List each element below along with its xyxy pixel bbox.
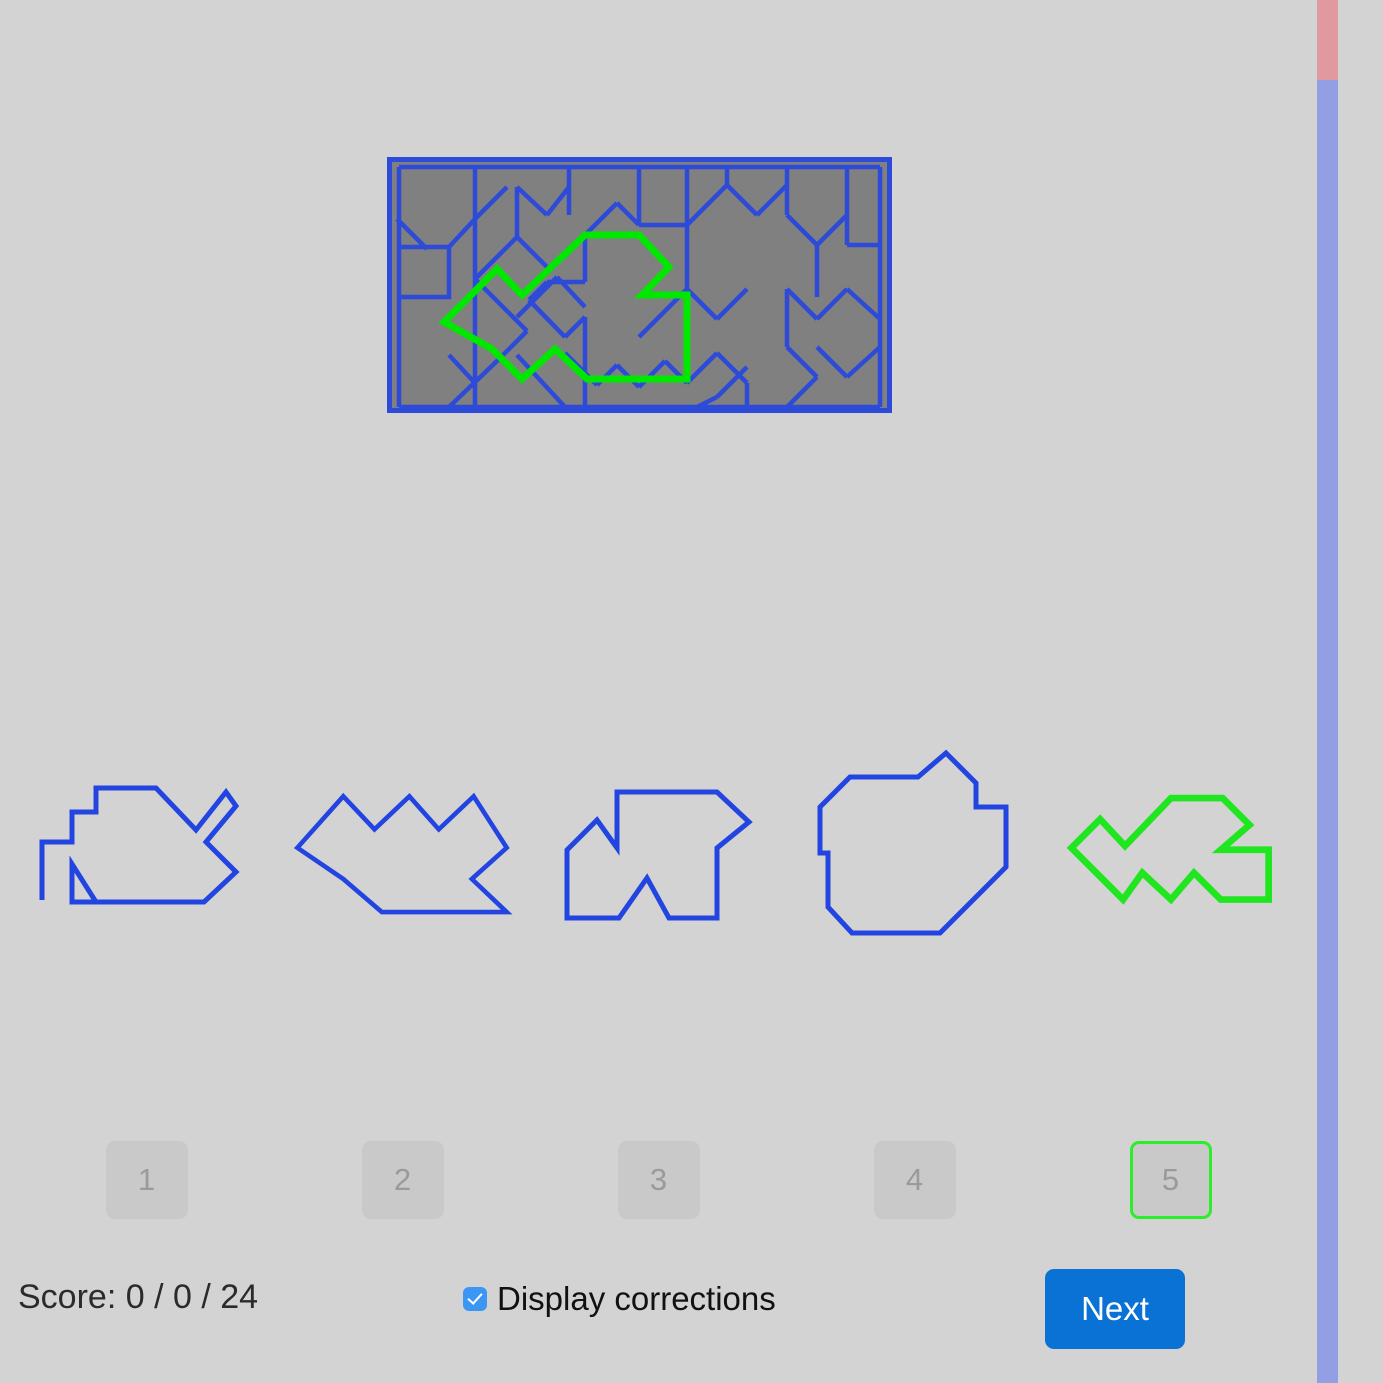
- choice-button-row: 1 2 3 4 5: [0, 1140, 1317, 1220]
- choice-slot-4: 4: [802, 1141, 1027, 1219]
- answer-shape-2[interactable]: [290, 750, 515, 940]
- display-corrections-label[interactable]: Display corrections: [497, 1280, 776, 1318]
- choice-button-4[interactable]: 4: [873, 1141, 956, 1219]
- answer-shape-row: [0, 745, 1317, 945]
- progress-scrollbar[interactable]: [1317, 0, 1338, 1383]
- stimulus-svg: [387, 157, 892, 413]
- choice-button-1[interactable]: 1: [105, 1141, 188, 1219]
- display-corrections-group[interactable]: Display corrections: [463, 1280, 776, 1318]
- display-corrections-checkbox[interactable]: [463, 1287, 487, 1311]
- score-display: Score: 0 / 0 / 24: [18, 1278, 259, 1316]
- stimulus-figure: [387, 157, 892, 413]
- choice-slot-2: 2: [290, 1141, 515, 1219]
- choice-button-5[interactable]: 5: [1129, 1141, 1212, 1219]
- scrollbar-segment-incorrect: [1317, 0, 1338, 80]
- scrollbar-segment-remaining: [1317, 80, 1338, 1383]
- next-button[interactable]: Next: [1045, 1269, 1185, 1349]
- choice-slot-1: 1: [34, 1141, 259, 1219]
- bottom-bar: Score: 0 / 0 / 24 Display corrections Ne…: [0, 1262, 1317, 1372]
- choice-slot-3: 3: [546, 1141, 771, 1219]
- answer-shape-4[interactable]: [802, 749, 1027, 940]
- answer-shape-5[interactable]: [1058, 750, 1283, 940]
- choice-button-2[interactable]: 2: [361, 1141, 444, 1219]
- choice-slot-5: 5: [1058, 1141, 1283, 1219]
- answer-shape-1[interactable]: [34, 750, 259, 940]
- choice-button-3[interactable]: 3: [617, 1141, 700, 1219]
- answer-shape-3[interactable]: [546, 750, 771, 940]
